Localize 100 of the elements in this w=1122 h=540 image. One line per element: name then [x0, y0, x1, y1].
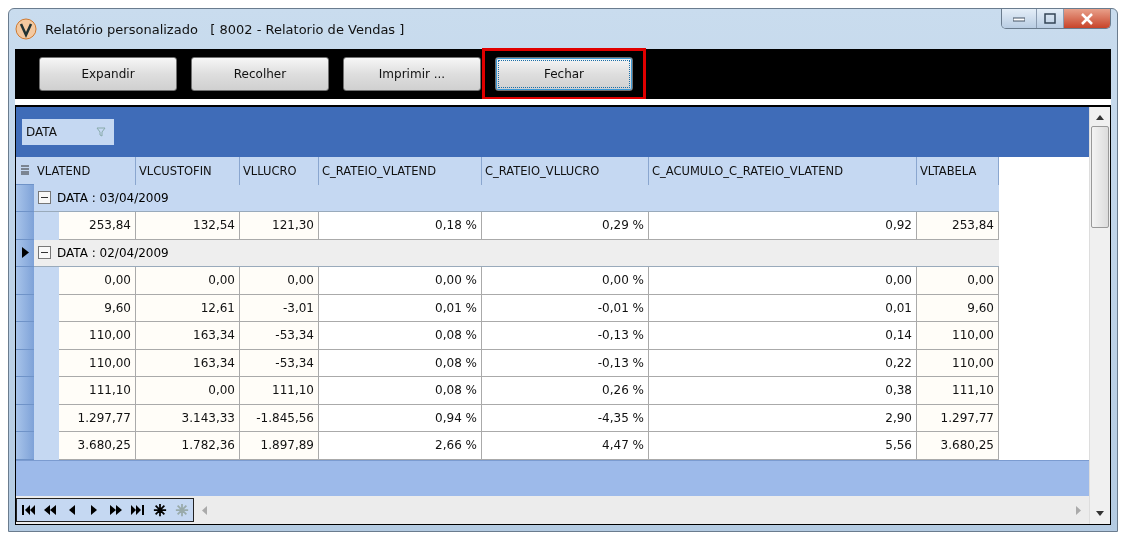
table-cell: 0,22 — [649, 349, 917, 377]
toolbar-button[interactable]: Fechar — [495, 57, 633, 91]
prev-page-arrow-icon — [42, 502, 58, 518]
table-cell: -3,01 — [240, 294, 319, 322]
table-cell: 4,47 % — [482, 432, 649, 460]
table-cell: 0,00 — [240, 267, 319, 295]
table-cell: 12,61 — [136, 294, 240, 322]
column-header[interactable]: C_RATEIO_VLATEND — [319, 157, 482, 185]
maximize-button[interactable] — [1036, 9, 1063, 28]
group-chip[interactable]: DATA — [22, 119, 114, 145]
last-arrow-icon — [130, 502, 146, 518]
table-cell: 3.680,25 — [59, 432, 136, 460]
table-cell: -53,34 — [240, 349, 319, 377]
table-cell: 253,84 — [917, 212, 999, 240]
table-cell: -53,34 — [240, 322, 319, 350]
table-cell: 0,38 — [649, 377, 917, 405]
table-cell: 3.680,25 — [917, 432, 999, 460]
table-cell: 0,01 % — [319, 294, 482, 322]
group-indent — [34, 267, 59, 295]
collapse-icon[interactable] — [38, 246, 51, 260]
table-cell: 0,00 — [59, 267, 136, 295]
table-cell: -0,13 % — [482, 349, 649, 377]
table-cell: 121,30 — [240, 212, 319, 240]
scroll-thumb[interactable] — [1091, 126, 1109, 228]
table-cell: 253,84 — [59, 212, 136, 240]
next-page-arrow-icon — [108, 502, 124, 518]
group-label: DATA : 03/04/2009 — [57, 190, 169, 205]
group-indent — [34, 432, 59, 460]
table-cell: 110,00 — [59, 349, 136, 377]
table-cell: 9,60 — [917, 294, 999, 322]
table-cell: -1.845,56 — [240, 404, 319, 432]
table-cell: -0,13 % — [482, 322, 649, 350]
table-cell: 0,14 — [649, 322, 917, 350]
filter-icon — [96, 127, 106, 137]
group-row[interactable]: DATA : 03/04/2009 — [34, 184, 999, 212]
maximize-icon — [1044, 13, 1056, 24]
table-cell: 0,00 — [917, 267, 999, 295]
table-cell: 9,60 — [59, 294, 136, 322]
table-cell: 111,10 — [917, 377, 999, 405]
table-cell: -0,01 % — [482, 294, 649, 322]
asterisk-icon — [153, 503, 167, 517]
scroll-right-icon[interactable] — [1076, 505, 1081, 515]
app-logo-icon — [15, 18, 37, 40]
table-cell: 163,34 — [136, 322, 240, 350]
table-cell: 111,10 — [59, 377, 136, 405]
current-row-icon — [21, 247, 29, 259]
table-cell: 163,34 — [136, 349, 240, 377]
table-cell: 0,01 — [649, 294, 917, 322]
table-cell: 0,26 % — [482, 377, 649, 405]
table-cell: 0,18 % — [319, 212, 482, 240]
first-arrow-icon — [20, 502, 36, 518]
table-cell: 0,00 — [136, 377, 240, 405]
toolbar-button[interactable]: Imprimir ... — [343, 57, 481, 91]
table-cell: 0,08 % — [319, 349, 482, 377]
close-button[interactable] — [1063, 9, 1110, 28]
toolbar-button[interactable]: Recolher — [191, 57, 329, 91]
column-header[interactable]: VLCUSTOFIN — [136, 157, 240, 185]
column-header[interactable]: C_ACUMULO_C_RATEIO_VLATEND — [649, 157, 917, 185]
column-header[interactable]: VLATEND — [34, 157, 136, 185]
table-cell: 1.297,77 — [59, 404, 136, 432]
column-header[interactable]: VLTABELA — [917, 157, 999, 185]
vertical-scrollbar[interactable] — [1089, 107, 1110, 524]
table-cell: 0,00 % — [482, 267, 649, 295]
table-cell: 132,54 — [136, 212, 240, 240]
group-row[interactable]: DATA : 02/04/2009 — [34, 239, 999, 267]
toolbar-button[interactable]: Expandir — [39, 57, 177, 91]
table-cell: 0,00 — [136, 267, 240, 295]
table-cell: 5,56 — [649, 432, 917, 460]
collapse-icon[interactable] — [38, 191, 51, 205]
table-cell: 110,00 — [59, 322, 136, 350]
group-indent — [34, 212, 59, 240]
table-cell: 1.897,89 — [240, 432, 319, 460]
table-cell: 1.297,77 — [917, 404, 999, 432]
column-header[interactable]: VLLUCRO — [240, 157, 319, 185]
table-cell: 110,00 — [917, 349, 999, 377]
asterisk-icon — [175, 503, 189, 517]
table-cell: 111,10 — [240, 377, 319, 405]
table-cell: -4,35 % — [482, 404, 649, 432]
table-cell: 3.143,33 — [136, 404, 240, 432]
window-title: Relatório personalizado [ 8002 - Relatorio de Vendas ] — [45, 21, 405, 37]
close-icon — [1080, 12, 1094, 25]
table-cell: 1.782,36 — [136, 432, 240, 460]
table-cell: 110,00 — [917, 322, 999, 350]
scroll-left-icon[interactable] — [202, 505, 207, 515]
table-cell: 0,00 % — [319, 267, 482, 295]
column-header[interactable]: C_RATEIO_VLLUCRO — [482, 157, 649, 185]
table-cell: 2,66 % — [319, 432, 482, 460]
table-cell: 0,94 % — [319, 404, 482, 432]
table-cell: 0,29 % — [482, 212, 649, 240]
group-label: DATA : 02/04/2009 — [57, 245, 169, 260]
table-cell: 0,08 % — [319, 377, 482, 405]
column-chooser-icon[interactable] — [16, 157, 34, 185]
scroll-down-icon[interactable] — [1096, 511, 1104, 516]
table-cell: 2,90 — [649, 404, 917, 432]
table-cell: 0,08 % — [319, 322, 482, 350]
minimize-button[interactable] — [1002, 9, 1036, 28]
row-indicator[interactable] — [16, 239, 34, 267]
scroll-up-icon[interactable] — [1096, 115, 1104, 120]
table-cell: 0,00 — [649, 267, 917, 295]
minimize-icon — [1013, 15, 1025, 22]
